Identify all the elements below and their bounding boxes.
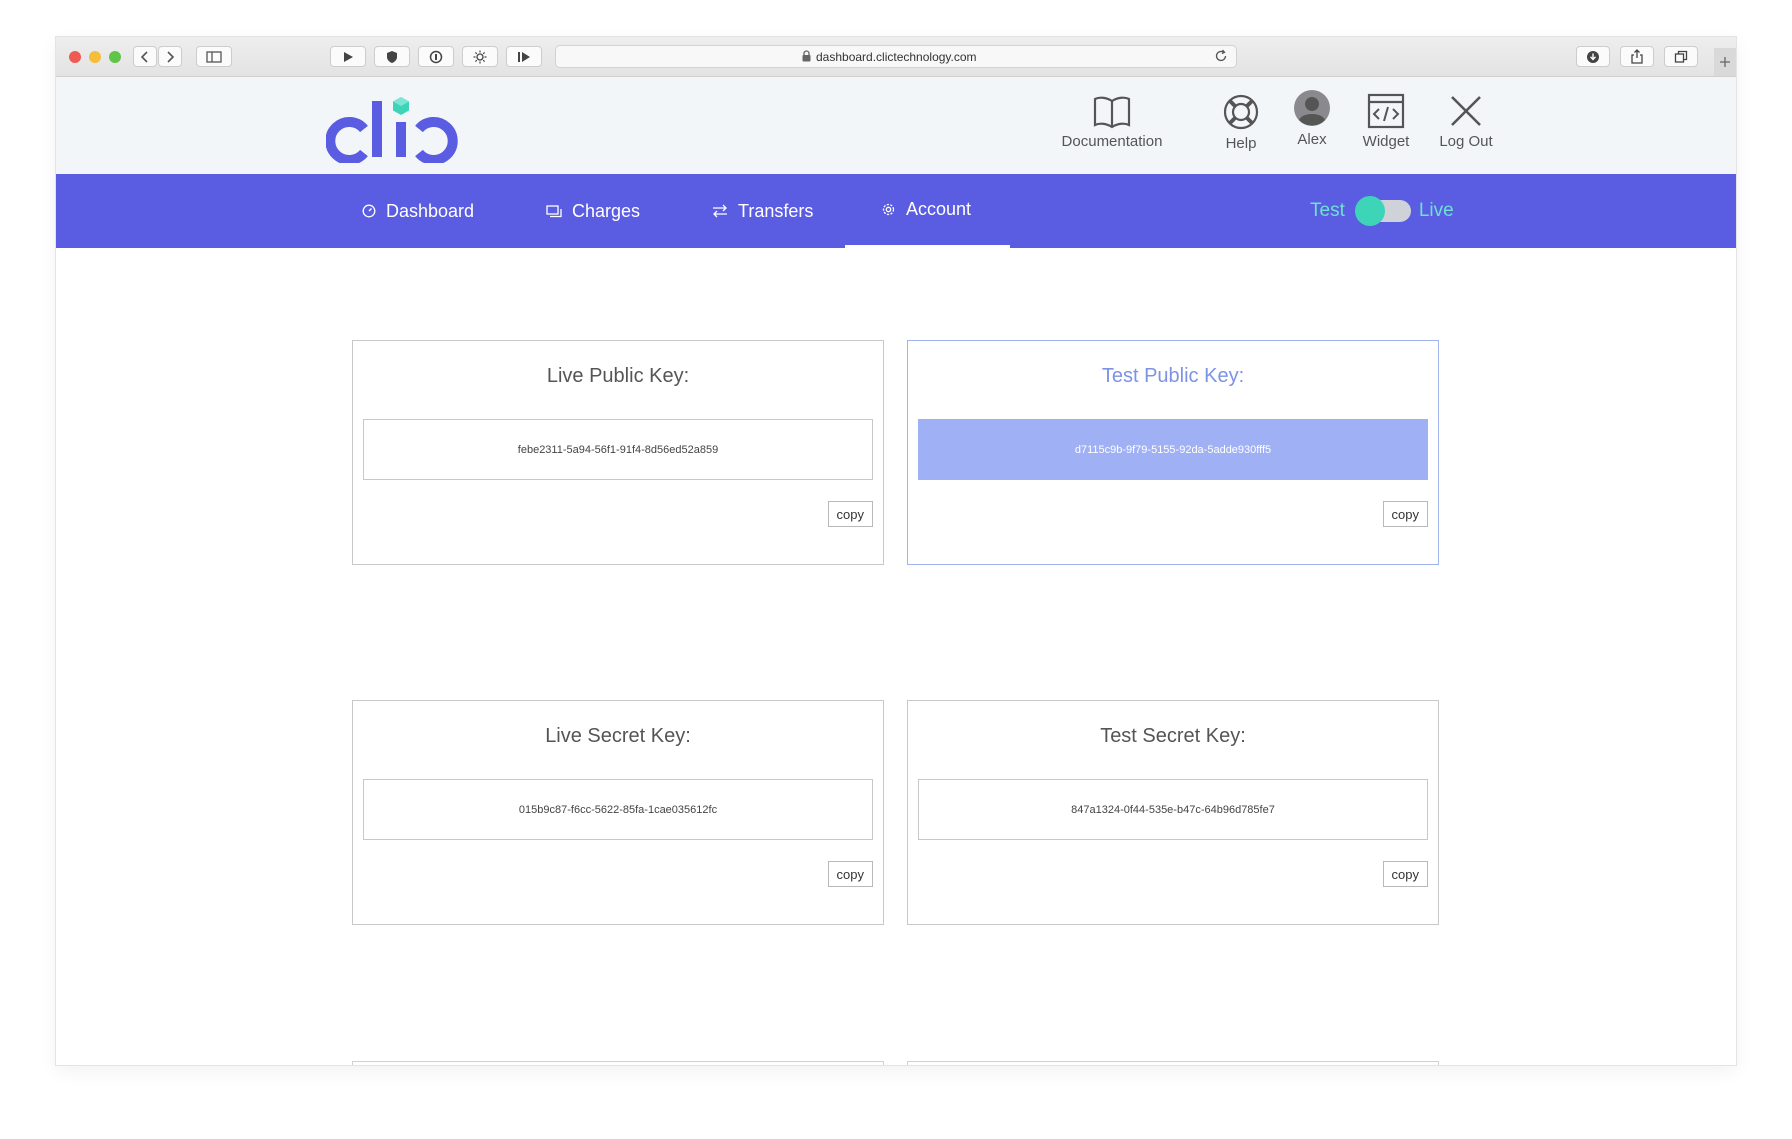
extension-button-play[interactable] xyxy=(330,46,366,67)
zoom-window-button[interactable] xyxy=(109,51,121,63)
key-card-partial xyxy=(907,1061,1439,1065)
browser-toolbar: dashboard.clictechnology.com xyxy=(56,37,1736,77)
key-value-field[interactable]: febe2311-5a94-56f1-91f4-8d56ed52a859 xyxy=(363,419,873,480)
download-icon xyxy=(1587,50,1599,63)
key-card-title: Test Public Key: xyxy=(1101,365,1245,387)
copy-button[interactable]: copy xyxy=(827,861,873,887)
nav-tab-dashboard-label: Dashboard xyxy=(386,200,475,221)
nav-tab-dashboard[interactable]: Dashboard xyxy=(362,174,474,248)
key-card-title: Live Secret Key: xyxy=(545,725,691,747)
back-button[interactable] xyxy=(133,46,157,67)
extension-button-password[interactable] xyxy=(418,46,454,67)
downloads-button[interactable] xyxy=(1576,46,1610,67)
share-button[interactable] xyxy=(1620,46,1654,67)
key-value-field[interactable]: 015b9c87-f6cc-5622-85fa-1cae035612fc xyxy=(363,779,873,840)
password-manager-icon xyxy=(429,50,443,63)
extension-button-brightness[interactable] xyxy=(462,46,498,67)
mode-toggle-test-label: Test xyxy=(1310,200,1345,221)
shield-icon xyxy=(387,50,397,63)
gear-icon xyxy=(882,203,895,216)
key-card-test-secret: Test Secret Key: 847a1324-0f44-535e-b47c… xyxy=(907,700,1439,925)
url-text: dashboard.clictechnology.com xyxy=(816,50,977,64)
key-card-partial xyxy=(352,1061,884,1065)
nav-tab-transfers-label: Transfers xyxy=(738,200,814,221)
extension-button-media[interactable] xyxy=(506,46,542,67)
mode-toggle-live-label: Live xyxy=(1418,200,1454,221)
documentation-label: Documentation xyxy=(1061,133,1163,150)
nav-tab-account-label: Account xyxy=(906,199,972,219)
skip-forward-icon xyxy=(518,51,530,62)
play-icon xyxy=(344,51,353,62)
browser-window: dashboard.clictechnology.com Documentati… xyxy=(56,37,1736,1065)
forward-button[interactable] xyxy=(158,46,182,67)
extension-button-shield[interactable] xyxy=(374,46,410,67)
nav-tab-charges-label: Charges xyxy=(572,200,641,221)
documentation-link[interactable]: Documentation xyxy=(1052,93,1172,150)
close-window-button[interactable] xyxy=(69,51,81,63)
sidebar-toggle-button[interactable] xyxy=(196,46,232,67)
nav-tab-charges[interactable]: Charges xyxy=(546,174,640,248)
new-tab-button[interactable] xyxy=(1714,48,1736,76)
widget-link[interactable]: Widget xyxy=(1350,93,1422,150)
profile-label: Alex xyxy=(1297,131,1327,148)
copy-button[interactable]: copy xyxy=(827,501,873,527)
profile-link[interactable]: Alex xyxy=(1282,89,1342,148)
key-card-live-public: Live Public Key: febe2311-5a94-56f1-91f4… xyxy=(352,340,884,565)
widget-label: Widget xyxy=(1362,133,1410,150)
nav-tab-transfers[interactable]: Transfers xyxy=(712,174,813,248)
chevron-right-icon xyxy=(167,50,175,63)
main-nav: Dashboard Charges Transfers Account Test… xyxy=(56,174,1736,248)
mode-toggle-knob[interactable] xyxy=(1354,196,1385,226)
key-card-title: Test Secret Key: xyxy=(1100,725,1246,747)
gauge-icon xyxy=(362,204,376,218)
help-label: Help xyxy=(1225,135,1257,152)
mode-toggle-switch[interactable] xyxy=(1354,196,1411,226)
sidebar-icon xyxy=(206,50,222,63)
lock-icon xyxy=(802,50,811,62)
tabs-overview-button[interactable] xyxy=(1664,46,1698,67)
share-icon xyxy=(1631,49,1643,64)
sun-icon xyxy=(473,50,487,63)
reload-icon[interactable] xyxy=(1214,49,1228,63)
key-value-field[interactable]: d7115c9b-9f79-5155-92da-5adde930fff5 xyxy=(918,419,1428,480)
copy-button[interactable]: copy xyxy=(1382,501,1428,527)
close-icon xyxy=(1451,96,1481,126)
lifebuoy-icon xyxy=(1223,94,1259,130)
app-header: Documentation Help Alex Widget Log Out xyxy=(56,77,1736,174)
logout-label: Log Out xyxy=(1439,133,1493,150)
copy-button[interactable]: copy xyxy=(1382,861,1428,887)
nav-tab-account[interactable]: Account xyxy=(845,174,1010,248)
clic-logo[interactable] xyxy=(326,91,462,163)
address-bar[interactable]: dashboard.clictechnology.com xyxy=(555,45,1237,68)
minimize-window-button[interactable] xyxy=(89,51,101,63)
tabs-icon xyxy=(1674,50,1688,63)
key-value-field[interactable]: 847a1324-0f44-535e-b47c-64b96d785fe7 xyxy=(918,779,1428,840)
cards-icon xyxy=(546,204,562,217)
mode-toggle[interactable]: Test Live xyxy=(1310,174,1454,248)
key-card-live-secret: Live Secret Key: 015b9c87-f6cc-5622-85fa… xyxy=(352,700,884,925)
chevron-left-icon xyxy=(140,50,148,63)
plus-icon xyxy=(1720,57,1730,67)
code-window-icon xyxy=(1367,93,1405,129)
key-card-title: Live Public Key: xyxy=(546,365,690,387)
swap-arrows-icon xyxy=(713,204,727,218)
logout-link[interactable]: Log Out xyxy=(1426,93,1506,150)
key-card-test-public: Test Public Key: d7115c9b-9f79-5155-92da… xyxy=(907,340,1439,565)
help-link[interactable]: Help xyxy=(1206,93,1276,152)
avatar-icon xyxy=(1294,90,1330,126)
book-icon xyxy=(1093,96,1131,129)
